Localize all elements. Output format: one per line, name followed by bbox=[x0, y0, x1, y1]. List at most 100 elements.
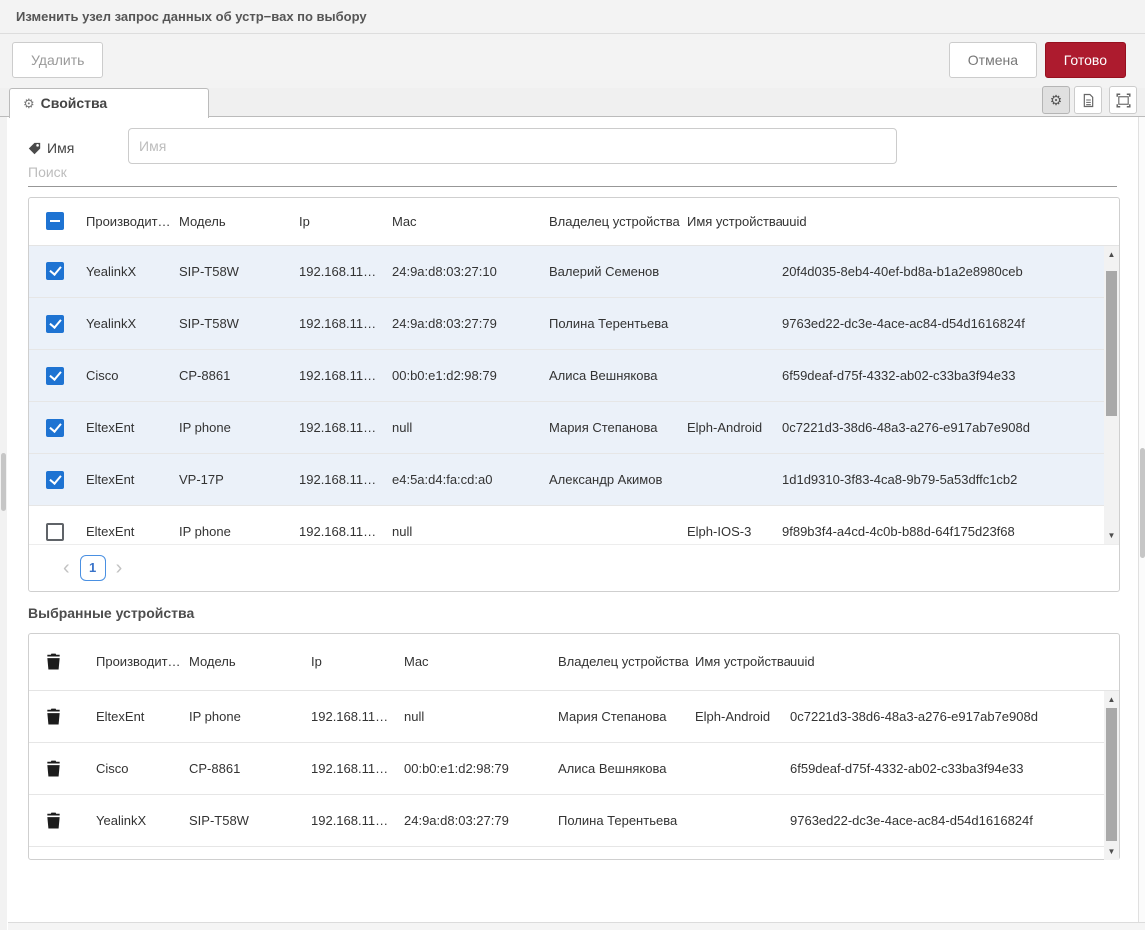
cell-device-name bbox=[695, 795, 790, 847]
table-row[interactable]: YealinkX SIP-T58W 192.168.11… 24:9a:d8:0… bbox=[29, 298, 1119, 350]
search-input[interactable] bbox=[28, 157, 1117, 187]
remove-device-button[interactable] bbox=[46, 708, 61, 725]
cell-select bbox=[29, 506, 86, 545]
col-header-owner: Владелец устройства bbox=[558, 634, 695, 690]
page-number-button[interactable]: 1 bbox=[80, 555, 106, 581]
doc-icon bbox=[1082, 93, 1095, 108]
tab-properties[interactable]: ⚙Свойства bbox=[9, 88, 209, 118]
cell-uuid: 0c7221d3-38d6-48a3-a276-e917ab7e908d bbox=[782, 402, 1119, 454]
row-checkbox[interactable] bbox=[46, 471, 64, 489]
cell-owner: Мария Степанова bbox=[558, 691, 695, 743]
cell-ip: 192.168.11… bbox=[311, 795, 404, 847]
cell-ip: 192.168.11… bbox=[299, 298, 392, 350]
col-header-mac: Mac bbox=[392, 198, 549, 245]
row-checkbox[interactable] bbox=[46, 262, 64, 280]
device-table-scrollbar: ▲ ▼ bbox=[1104, 246, 1119, 544]
col-header-owner: Владелец устройства bbox=[549, 198, 687, 245]
cell-device-name bbox=[687, 454, 782, 506]
page-next-button[interactable]: › bbox=[112, 556, 127, 580]
cell-owner: Полина Терентьева bbox=[549, 298, 687, 350]
fit-icon-button[interactable] bbox=[1109, 86, 1137, 114]
tray-footer bbox=[8, 922, 1145, 930]
cell-device-name bbox=[687, 350, 782, 402]
cell-device-name: Elph-IOS-3 bbox=[687, 506, 782, 545]
cell-model: IP phone bbox=[179, 402, 299, 454]
cell-select bbox=[29, 402, 86, 454]
cell-mac: 00:b0:e1:d2:98:79 bbox=[404, 743, 558, 795]
col-header-mac: Mac bbox=[404, 634, 558, 690]
col-header-uuid: uuid bbox=[790, 634, 1119, 690]
table-row[interactable]: EltexEnt VP-17P 192.168.11… e4:5a:d4:fa:… bbox=[29, 454, 1119, 506]
cell-manufacturer: Cisco bbox=[96, 743, 189, 795]
cell-manufacturer: EltexEnt bbox=[96, 691, 189, 743]
cell-device-name bbox=[687, 246, 782, 298]
cell-manufacturer: EltexEnt bbox=[86, 402, 179, 454]
cell-manufacturer: Cisco bbox=[86, 350, 179, 402]
page-prev-button[interactable]: ‹ bbox=[59, 556, 74, 580]
cell-uuid: 1d1d9310-3f83-4ca8-9b79-5a53dffc1cb2 bbox=[782, 454, 1119, 506]
cell-mac: 24:9a:d8:03:27:79 bbox=[404, 795, 558, 847]
cell-mac: null bbox=[392, 506, 549, 545]
cell-uuid: 9763ed22-dc3e-4ace-ac84-d54d1616824f bbox=[782, 298, 1119, 350]
col-header-device-name: Имя устройства bbox=[695, 634, 790, 690]
scrollbar-thumb[interactable] bbox=[1140, 448, 1145, 558]
properties-view-button[interactable]: ⚙ bbox=[1042, 86, 1070, 114]
cell-model: SIP-T58W bbox=[179, 246, 299, 298]
cell-mac: 24:9a:d8:03:27:10 bbox=[392, 246, 549, 298]
cell-remove bbox=[29, 691, 96, 743]
selected-devices-title: Выбранные устройства bbox=[28, 605, 194, 621]
remove-device-button[interactable] bbox=[46, 760, 61, 777]
row-checkbox[interactable] bbox=[46, 315, 64, 333]
dialog-toolbar: Удалить Отмена Готово bbox=[0, 34, 1145, 88]
scroll-down-arrow[interactable]: ▼ bbox=[1104, 844, 1119, 859]
scroll-up-arrow[interactable]: ▲ bbox=[1104, 692, 1119, 707]
cell-model: IP phone bbox=[189, 691, 311, 743]
scrollbar-thumb[interactable] bbox=[1106, 708, 1117, 841]
dialog-title: Изменить узел запрос данных об устр−вах … bbox=[0, 0, 1145, 34]
scrollbar-thumb[interactable] bbox=[1106, 271, 1117, 416]
cell-remove bbox=[29, 795, 96, 847]
cell-uuid: 9f89b3f4-a4cd-4c0b-b88d-64f175d23f68 bbox=[782, 506, 1119, 545]
table-row[interactable]: EltexEnt IP phone 192.168.11… null Elph-… bbox=[29, 506, 1119, 545]
col-header-ip: Ip bbox=[311, 634, 404, 690]
cell-manufacturer: YealinkX bbox=[86, 246, 179, 298]
table-row[interactable]: YealinkX SIP-T58W 192.168.11… 24:9a:d8:0… bbox=[29, 795, 1119, 847]
table-row[interactable]: EltexEnt IP phone 192.168.11… null Мария… bbox=[29, 402, 1119, 454]
table-row[interactable]: Cisco CP-8861 192.168.11… 00:b0:e1:d2:98… bbox=[29, 743, 1119, 795]
delete-all-button[interactable] bbox=[46, 653, 61, 670]
selected-devices-table: Производит… Модель Ip Mac Владелец устро… bbox=[28, 633, 1120, 860]
scrollbar-thumb[interactable] bbox=[1, 453, 6, 511]
cell-model: VP-17P bbox=[179, 454, 299, 506]
device-table: Производит… Модель Ip Mac Владелец устро… bbox=[28, 197, 1120, 592]
cell-uuid: 20f4d035-8eb4-40ef-bd8a-b1a2e8980ceb bbox=[782, 246, 1119, 298]
row-checkbox[interactable] bbox=[46, 367, 64, 385]
cell-select bbox=[29, 350, 86, 402]
row-checkbox[interactable] bbox=[46, 523, 64, 541]
description-view-button[interactable] bbox=[1074, 86, 1102, 114]
scroll-up-arrow[interactable]: ▲ bbox=[1104, 247, 1119, 262]
remove-device-button[interactable] bbox=[46, 812, 61, 829]
cell-ip: 192.168.11… bbox=[299, 506, 392, 545]
name-field-label: Имя bbox=[47, 140, 74, 156]
tab-bar: ⚙Свойства ⚙ bbox=[0, 88, 1145, 117]
pagination: ‹ 1 › bbox=[29, 545, 1119, 592]
row-checkbox[interactable] bbox=[46, 419, 64, 437]
done-button[interactable]: Готово bbox=[1045, 42, 1126, 78]
tab-properties-label: Свойства bbox=[41, 95, 108, 111]
table-row[interactable]: YealinkX SIP-T58W 192.168.11… 24:9a:d8:0… bbox=[29, 246, 1119, 298]
cell-uuid: 6f59deaf-d75f-4332-ab02-c33ba3f94e33 bbox=[790, 743, 1119, 795]
cell-select bbox=[29, 298, 86, 350]
table-row[interactable]: EltexEnt IP phone 192.168.11… null Мария… bbox=[29, 691, 1119, 743]
scroll-down-arrow[interactable]: ▼ bbox=[1104, 528, 1119, 543]
cancel-button[interactable]: Отмена bbox=[949, 42, 1037, 78]
table-row[interactable]: Cisco CP-8861 192.168.11… 00:b0:e1:d2:98… bbox=[29, 350, 1119, 402]
cell-device-name: Elph-Android bbox=[695, 691, 790, 743]
page-scrollbar-left bbox=[0, 117, 7, 930]
select-all-checkbox[interactable] bbox=[46, 212, 64, 230]
page-scrollbar-right bbox=[1138, 117, 1145, 923]
cell-uuid: 9763ed22-dc3e-4ace-ac84-d54d1616824f bbox=[790, 795, 1119, 847]
cell-uuid: 6f59deaf-d75f-4332-ab02-c33ba3f94e33 bbox=[782, 350, 1119, 402]
device-table-viewport: YealinkX SIP-T58W 192.168.11… 24:9a:d8:0… bbox=[29, 246, 1119, 545]
delete-button[interactable]: Удалить bbox=[12, 42, 103, 78]
cell-manufacturer: EltexEnt bbox=[86, 506, 179, 545]
